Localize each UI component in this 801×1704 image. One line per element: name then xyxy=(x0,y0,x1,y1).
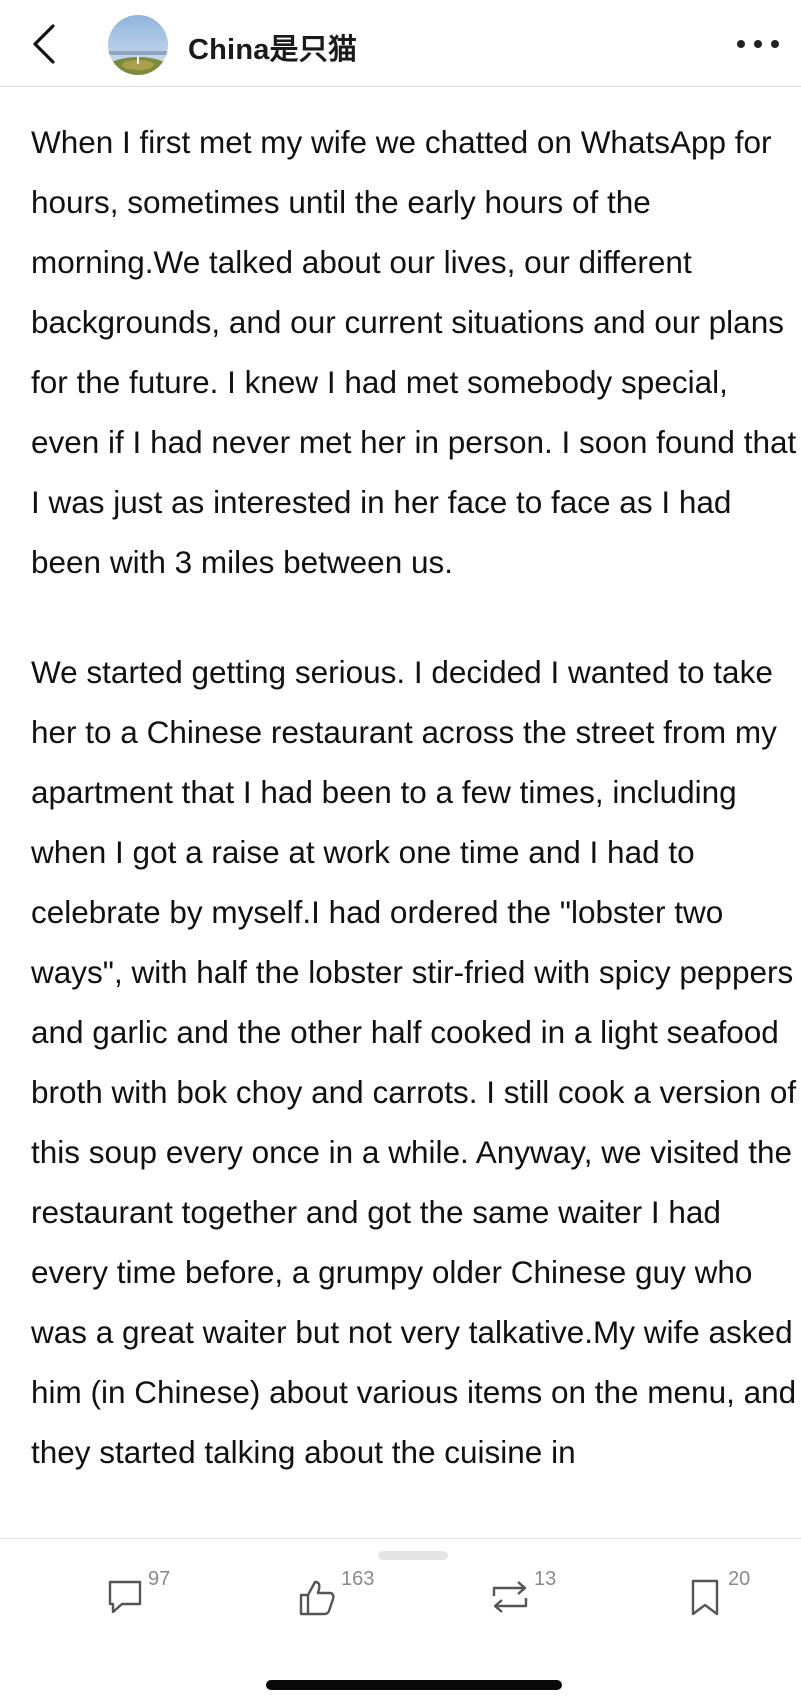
home-indicator[interactable] xyxy=(266,1680,562,1690)
like-count: 163 xyxy=(341,1568,375,1590)
article-paragraph: We started getting serious. I decided I … xyxy=(31,654,797,1470)
article-body: When I first met my wife we chatted on W… xyxy=(31,112,801,1538)
thumbs-up-icon xyxy=(299,1580,335,1616)
comment-icon xyxy=(108,1580,142,1614)
more-options-button[interactable] xyxy=(727,24,789,64)
back-button[interactable] xyxy=(22,18,66,70)
comment-button[interactable]: 97 xyxy=(106,1568,176,1622)
chevron-left-icon xyxy=(33,24,55,64)
avatar[interactable] xyxy=(108,15,168,75)
article-paragraph: When I first met my wife we chatted on W… xyxy=(31,124,797,580)
comment-count: 97 xyxy=(148,1568,171,1590)
repost-icon xyxy=(492,1581,528,1613)
more-horizontal-icon xyxy=(737,40,779,48)
avatar-image xyxy=(108,15,168,75)
top-bar: China是只猫 xyxy=(0,0,801,87)
author-name[interactable]: China是只猫 xyxy=(188,26,357,68)
bookmark-button[interactable]: 20 xyxy=(688,1568,758,1622)
drag-handle[interactable] xyxy=(378,1551,448,1560)
like-button[interactable]: 163 xyxy=(297,1568,381,1622)
repost-count: 13 xyxy=(534,1568,557,1590)
action-bar: 97 163 13 20 xyxy=(0,1538,801,1704)
bookmark-count: 20 xyxy=(728,1568,751,1590)
repost-button[interactable]: 13 xyxy=(488,1568,564,1622)
bookmark-icon xyxy=(691,1579,719,1616)
